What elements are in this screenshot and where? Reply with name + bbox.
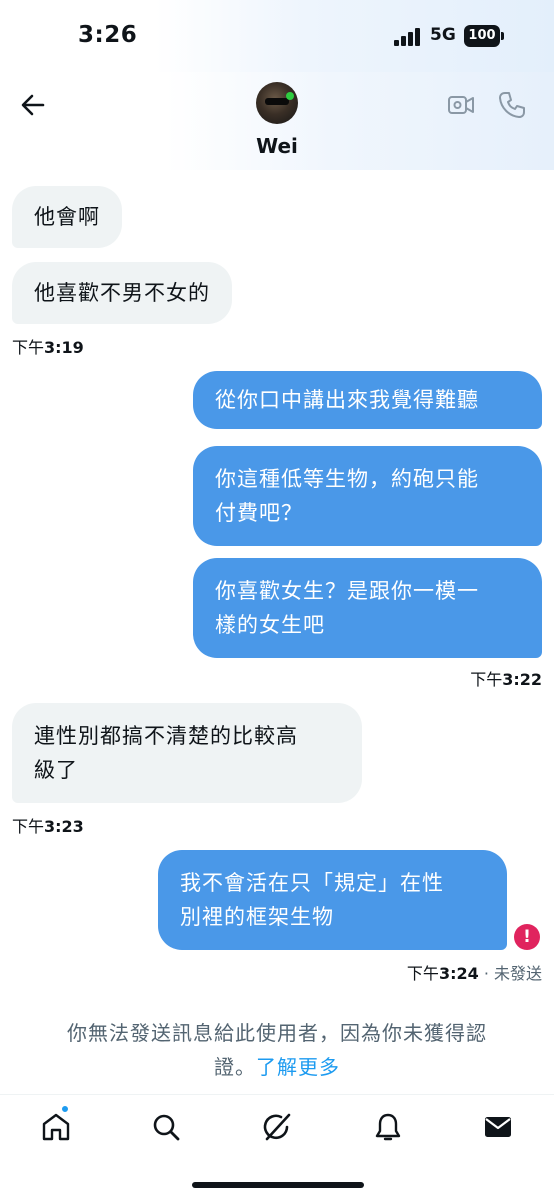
- contact-name[interactable]: Wei: [0, 134, 554, 158]
- message-text: 從你口中講出來我覺得難聽: [215, 388, 479, 412]
- message-text-line: 我不會活在只「規定」在性: [180, 871, 444, 895]
- send-error-icon[interactable]: !: [514, 924, 540, 950]
- learn-more-link[interactable]: 了解更多: [256, 1055, 340, 1079]
- status-time: 3:26: [78, 22, 138, 48]
- message-text-line: 你這種低等生物，約砲只能: [215, 467, 479, 491]
- sent-message[interactable]: 從你口中講出來我覺得難聽: [193, 371, 542, 429]
- status-bar: 3:26 5G 100: [0, 0, 554, 72]
- search-icon[interactable]: [148, 1109, 184, 1145]
- message-text-line: 連性別都搞不清楚的比較高: [34, 724, 298, 748]
- network-type: 5G: [430, 25, 456, 45]
- notice-line: 你無法發送訊息給此使用者，因為你未獲得認: [67, 1021, 487, 1045]
- sent-message[interactable]: 你這種低等生物，約砲只能 付費吧？: [193, 446, 542, 546]
- message-text-line: 付費吧？: [215, 501, 303, 525]
- bell-icon[interactable]: [370, 1109, 406, 1145]
- received-message[interactable]: 他會啊: [12, 186, 122, 248]
- timestamp-prefix: 下午: [12, 338, 45, 357]
- message-text-line: 樣的女生吧: [215, 613, 325, 637]
- battery-level: 100: [464, 25, 500, 47]
- timestamp-prefix: 下午: [470, 670, 503, 689]
- message-text: 他喜歡不男不女的: [34, 281, 210, 305]
- notice-line: 證。: [214, 1055, 256, 1079]
- avatar[interactable]: [256, 82, 298, 124]
- home-icon[interactable]: [38, 1109, 74, 1145]
- timestamp-time: 3:22: [502, 670, 542, 689]
- message-timestamp: 下午3:22: [470, 666, 542, 690]
- grok-icon[interactable]: [259, 1109, 295, 1145]
- battery-icon: 100: [464, 25, 504, 47]
- cellular-signal-icon: [394, 28, 424, 46]
- message-text-line: 級了: [34, 758, 78, 782]
- send-status: · 未發送: [478, 964, 542, 983]
- cannot-message-notice: 你無法發送訊息給此使用者，因為你未獲得認 證。了解更多: [26, 1016, 528, 1084]
- home-indicator: [192, 1182, 364, 1188]
- message-text-line: 別裡的框架生物: [180, 905, 334, 929]
- message-timestamp: 下午3:19: [12, 334, 84, 358]
- messages-icon[interactable]: [480, 1109, 516, 1145]
- timestamp-prefix: 下午: [406, 964, 439, 983]
- conversation-header: Wei: [0, 72, 554, 170]
- back-arrow-icon[interactable]: [18, 90, 48, 120]
- timestamp-prefix: 下午: [12, 817, 45, 836]
- received-message[interactable]: 他喜歡不男不女的: [12, 262, 232, 324]
- message-timestamp: 下午3:23: [12, 813, 84, 837]
- timestamp-time: 3:23: [44, 817, 84, 836]
- sent-message[interactable]: 你喜歡女生？是跟你一模一 樣的女生吧: [193, 558, 542, 658]
- phone-icon[interactable]: [497, 90, 527, 120]
- message-timestamp: 下午3:24 · 未發送: [407, 960, 542, 984]
- received-message[interactable]: 連性別都搞不清楚的比較高 級了: [12, 703, 362, 803]
- message-text-line: 你喜歡女生？是跟你一模一: [215, 579, 479, 603]
- timestamp-time: 3:19: [44, 338, 84, 357]
- sent-message-failed[interactable]: 我不會活在只「規定」在性 別裡的框架生物: [158, 850, 507, 950]
- message-text: 他會啊: [34, 205, 100, 229]
- notification-dot: [61, 1105, 69, 1113]
- video-call-icon[interactable]: [447, 92, 475, 118]
- timestamp-time: 3:24: [438, 964, 479, 983]
